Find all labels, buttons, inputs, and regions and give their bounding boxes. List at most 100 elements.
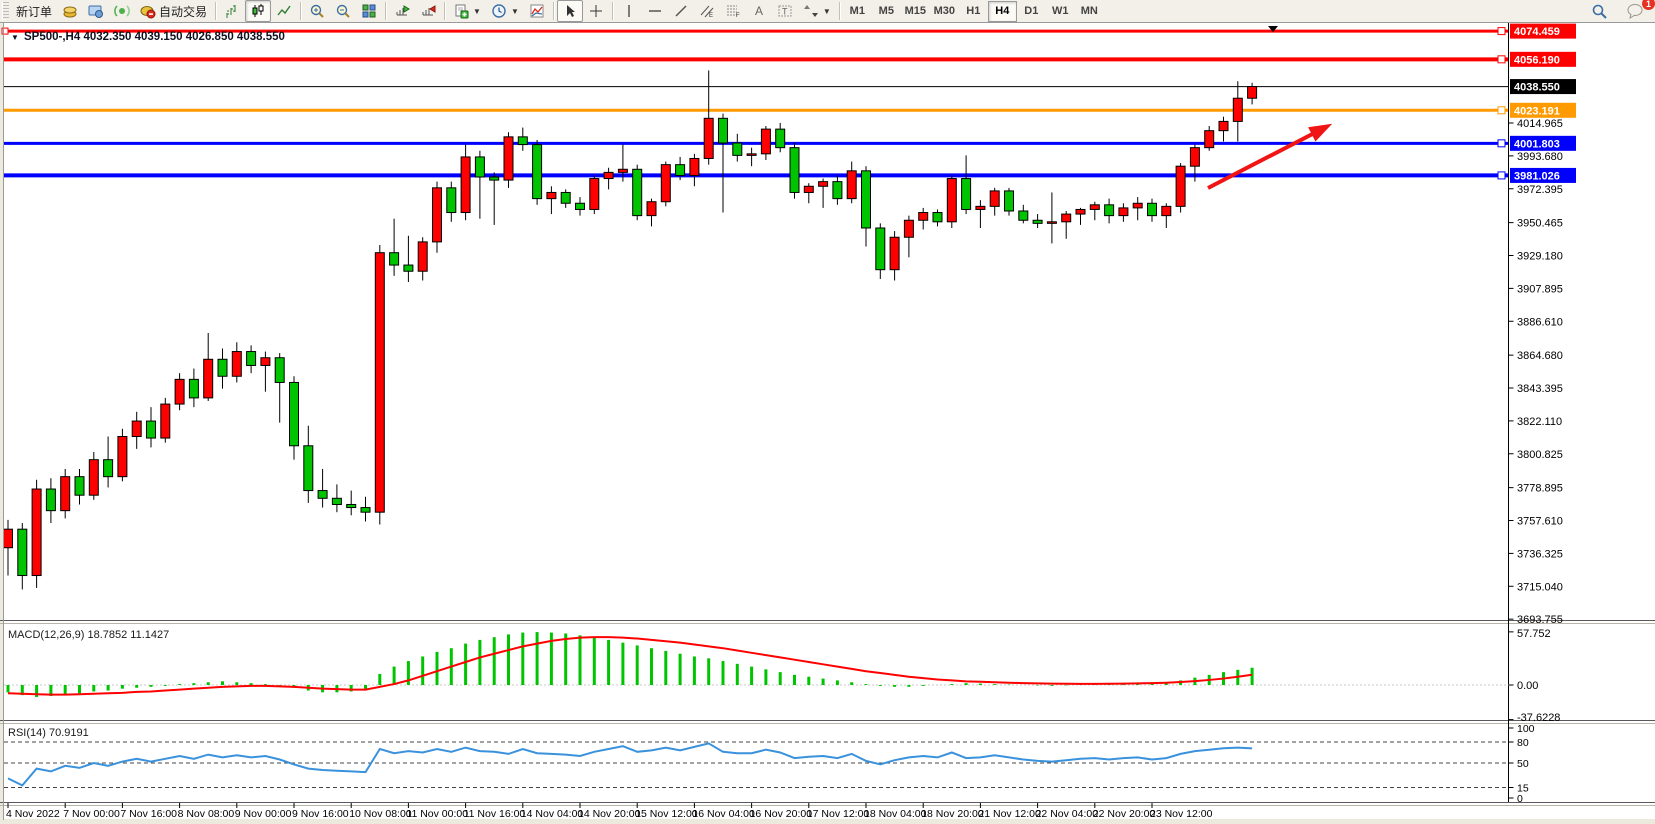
price-axis-label: 3822.110 bbox=[1517, 416, 1562, 428]
text-label-button[interactable]: T bbox=[772, 0, 798, 22]
signals-button[interactable] bbox=[109, 0, 135, 22]
price-axis-label: 3843.395 bbox=[1517, 383, 1563, 395]
coins-icon bbox=[62, 3, 78, 19]
autotrading-label: 自动交易 bbox=[159, 3, 207, 20]
line-anchor-handle[interactable] bbox=[2, 28, 8, 34]
text-label-icon: T bbox=[777, 3, 793, 19]
timeframe-H1[interactable]: H1 bbox=[959, 1, 988, 22]
symbol-marker-icon: ▼ bbox=[11, 33, 19, 42]
auto-scroll-icon bbox=[394, 3, 410, 19]
time-axis-label[interactable]: 17 Nov 12:00 bbox=[807, 808, 870, 820]
candle bbox=[118, 429, 127, 482]
toolbar-separator bbox=[839, 2, 840, 20]
vertical-line-button[interactable] bbox=[616, 0, 642, 22]
time-axis-label[interactable]: 14 Nov 04:00 bbox=[521, 808, 584, 820]
candle bbox=[161, 398, 170, 443]
trendline-button[interactable] bbox=[668, 0, 694, 22]
time-axis-label[interactable]: 16 Nov 04:00 bbox=[692, 808, 755, 820]
macd-axis-label: 0.00 bbox=[1517, 680, 1538, 692]
cursor-icon bbox=[562, 3, 578, 19]
text-button[interactable]: A bbox=[746, 0, 772, 22]
line-end-handle[interactable] bbox=[1498, 140, 1505, 147]
new-chart-icon bbox=[453, 3, 469, 19]
search-button[interactable] bbox=[1586, 0, 1613, 22]
timeframe-M15[interactable]: M15 bbox=[901, 1, 930, 22]
new-order-button[interactable]: 新订单 bbox=[11, 0, 57, 22]
price-level-badge-label: 4023.191 bbox=[1514, 105, 1560, 117]
candle bbox=[1176, 163, 1185, 212]
zoom-in-button[interactable] bbox=[304, 0, 330, 22]
timeframe-MN[interactable]: MN bbox=[1075, 1, 1104, 22]
cursor-button[interactable] bbox=[557, 0, 583, 22]
chart-shift-button[interactable] bbox=[415, 0, 441, 22]
time-axis-label[interactable]: 14 Nov 20:00 bbox=[578, 808, 641, 820]
zoom-in-icon bbox=[309, 3, 325, 19]
time-axis-label[interactable]: 18 Nov 04:00 bbox=[864, 808, 927, 820]
time-axis-label[interactable]: 9 Nov 16:00 bbox=[292, 808, 349, 820]
auto-scroll-button[interactable] bbox=[389, 0, 415, 22]
price-axis-label: 3736.325 bbox=[1517, 548, 1563, 560]
timeframe-M5[interactable]: M5 bbox=[872, 1, 901, 22]
line-chart-button[interactable] bbox=[271, 0, 297, 22]
time-axis-label[interactable]: 21 Nov 12:00 bbox=[978, 808, 1041, 820]
time-axis-label[interactable]: 11 Nov 00:00 bbox=[406, 808, 468, 820]
horizontal-line-button[interactable] bbox=[642, 0, 668, 22]
time-axis-label[interactable]: 16 Nov 20:00 bbox=[750, 808, 813, 820]
chat-button[interactable]: 1 bbox=[1621, 0, 1649, 22]
chevron-down-icon: ▼ bbox=[823, 7, 831, 16]
time-axis-label[interactable]: 7 Nov 00:00 bbox=[63, 808, 120, 820]
chevron-down-icon: ▼ bbox=[473, 7, 481, 16]
fibonacci-button[interactable]: F bbox=[720, 0, 746, 22]
time-axis-label[interactable]: 9 Nov 00:00 bbox=[235, 808, 292, 820]
new-chart-button[interactable]: ▼ bbox=[448, 0, 486, 22]
autotrading-button[interactable]: 自动交易 bbox=[135, 0, 212, 22]
coins-button[interactable] bbox=[57, 0, 83, 22]
candle bbox=[61, 469, 70, 518]
line-end-handle[interactable] bbox=[1498, 107, 1505, 114]
new-order-label: 新订单 bbox=[16, 3, 52, 20]
indicators-button[interactable] bbox=[524, 0, 550, 22]
svg-text:F: F bbox=[736, 13, 740, 19]
timeframe-H4[interactable]: H4 bbox=[988, 1, 1017, 22]
time-axis-label[interactable]: 22 Nov 20:00 bbox=[1093, 808, 1156, 820]
time-axis-label[interactable]: 10 Nov 08:00 bbox=[349, 808, 412, 820]
toolbar-separator bbox=[444, 2, 445, 20]
timeframe-M1[interactable]: M1 bbox=[843, 1, 872, 22]
time-axis-label[interactable]: 23 Nov 12:00 bbox=[1150, 808, 1213, 820]
time-axis-label[interactable]: 11 Nov 16:00 bbox=[464, 808, 526, 820]
chart-canvas[interactable]: 57.7520.00-37.622810080501504014.9653993… bbox=[0, 0, 1655, 824]
price-axis-label: 3950.465 bbox=[1517, 218, 1563, 230]
price-axis-label: 4014.965 bbox=[1517, 118, 1563, 130]
channel-button[interactable]: E bbox=[694, 0, 720, 22]
shapes-button[interactable]: ▼ bbox=[798, 0, 836, 22]
crosshair-button[interactable] bbox=[583, 0, 609, 22]
bar-chart-button[interactable] bbox=[219, 0, 245, 22]
line-end-handle[interactable] bbox=[1498, 172, 1505, 179]
line-end-handle[interactable] bbox=[1498, 56, 1505, 63]
price-axis-label: 3907.895 bbox=[1517, 283, 1563, 295]
time-axis-label[interactable]: 18 Nov 20:00 bbox=[921, 808, 984, 820]
price-axis-label: 3972.395 bbox=[1517, 184, 1563, 196]
period-button[interactable]: ▼ bbox=[486, 0, 524, 22]
price-axis-label: 3886.610 bbox=[1517, 316, 1563, 328]
tile-windows-button[interactable] bbox=[356, 0, 382, 22]
rsi-axis-label: 0 bbox=[1517, 793, 1523, 805]
price-axis-label: 3693.755 bbox=[1517, 614, 1563, 626]
time-axis-label[interactable]: 4 Nov 2022 bbox=[6, 808, 60, 820]
line-end-handle[interactable] bbox=[1498, 28, 1505, 35]
time-axis-label[interactable]: 7 Nov 16:00 bbox=[120, 808, 177, 820]
time-axis-label[interactable]: 8 Nov 08:00 bbox=[178, 808, 235, 820]
timeframe-D1[interactable]: D1 bbox=[1017, 1, 1046, 22]
period-icon bbox=[491, 3, 507, 19]
zoom-out-button[interactable] bbox=[330, 0, 356, 22]
timeframe-group: M1M5M15M30H1H4D1W1MN bbox=[843, 1, 1104, 22]
indicators-icon bbox=[529, 3, 545, 19]
timeframe-M30[interactable]: M30 bbox=[930, 1, 959, 22]
terminal-button[interactable] bbox=[83, 0, 109, 22]
candlestick-chart-button[interactable] bbox=[245, 0, 271, 22]
toolbar-separator bbox=[300, 2, 301, 20]
time-axis-label[interactable]: 22 Nov 04:00 bbox=[1036, 808, 1099, 820]
crosshair-icon bbox=[588, 3, 604, 19]
time-axis-label[interactable]: 15 Nov 12:00 bbox=[635, 808, 698, 820]
timeframe-W1[interactable]: W1 bbox=[1046, 1, 1075, 22]
